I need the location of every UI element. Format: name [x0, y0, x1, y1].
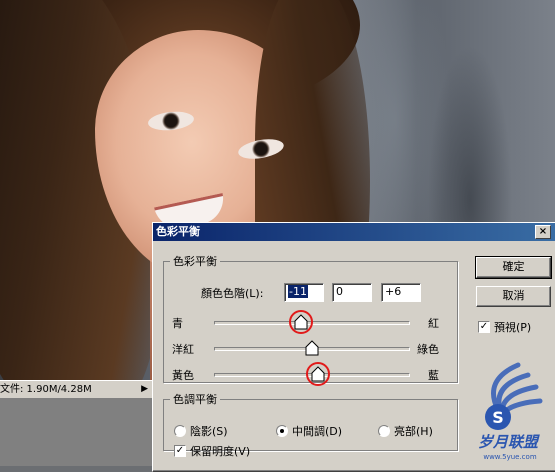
cyan-red-slider-row: 青 紅: [164, 310, 457, 334]
blue-label: 藍: [428, 369, 439, 382]
radio-shadows-label: 陰影(S): [190, 425, 228, 438]
preview-label: 預視(P): [494, 321, 532, 334]
checkbox-box[interactable]: ✓: [174, 445, 186, 457]
triangle-thumb-icon: [305, 340, 319, 356]
cyan-red-level-input[interactable]: -11: [284, 283, 324, 302]
status-menu-arrow-icon[interactable]: ▶: [141, 381, 148, 398]
radio-dot[interactable]: [276, 425, 288, 437]
magenta-green-level-input[interactable]: 0: [332, 283, 372, 302]
watermark-url: www.5yue.com: [483, 453, 536, 461]
dialog-title: 色彩平衡: [156, 225, 200, 238]
color-levels-label: 顏色色階(L):: [201, 287, 264, 300]
radio-midtones[interactable]: 中間調(D): [276, 423, 342, 439]
yellow-blue-level-input[interactable]: +6: [381, 283, 421, 302]
green-label: 綠色: [417, 343, 439, 356]
watermark-text: 岁月联盟: [478, 433, 540, 451]
dialog-titlebar[interactable]: 色彩平衡 ×: [153, 223, 555, 241]
tone-balance-group: 色調平衡 陰影(S) 中間調(D) 亮部(H) ✓ 保留明度(V): [163, 391, 458, 458]
color-balance-legend: 色彩平衡: [173, 255, 217, 268]
radio-dot[interactable]: [378, 425, 390, 437]
workspace-background: [0, 398, 152, 466]
yellow-blue-slider[interactable]: [214, 362, 410, 386]
watermark-letter: S: [492, 408, 504, 427]
magenta-green-slider[interactable]: [214, 340, 410, 356]
radio-shadows[interactable]: 陰影(S): [174, 423, 228, 439]
red-label: 紅: [428, 317, 439, 330]
magenta-green-slider-row: 洋紅 綠色: [164, 338, 457, 360]
preview-checkbox[interactable]: ✓ 預視(P): [478, 319, 531, 335]
color-balance-group: 色彩平衡 顏色色階(L): -11 0 +6 青 紅 洋紅 綠色 黃色 藍: [163, 253, 458, 386]
checkbox-box[interactable]: ✓: [478, 321, 490, 333]
close-button[interactable]: ×: [535, 225, 551, 239]
yellow-label: 黃色: [172, 369, 194, 382]
highlight-circle: [289, 310, 314, 334]
highlight-circle: [305, 362, 330, 386]
radio-highlights-label: 亮部(H): [394, 425, 433, 438]
cancel-button[interactable]: 取消: [476, 286, 551, 307]
document-size-text: 文件: 1.90M/4.28M: [0, 384, 92, 395]
tone-balance-legend: 色調平衡: [173, 393, 217, 406]
radio-dot[interactable]: [174, 425, 186, 437]
magenta-label: 洋紅: [172, 343, 194, 356]
slider-thumb[interactable]: [305, 340, 319, 356]
radio-midtones-label: 中間調(D): [292, 425, 343, 438]
watermark-logo: S 岁月联盟 www.5yue.com: [478, 362, 543, 461]
radio-highlights[interactable]: 亮部(H): [378, 423, 433, 439]
yellow-blue-slider-row: 黃色 藍: [164, 362, 457, 386]
preserve-luminosity-checkbox[interactable]: ✓ 保留明度(V): [174, 443, 250, 459]
preserve-luminosity-label: 保留明度(V): [190, 445, 251, 458]
ok-button[interactable]: 確定: [475, 256, 552, 279]
tone-radio-row: 陰影(S) 中間調(D) 亮部(H): [164, 423, 457, 439]
cyan-red-slider[interactable]: [214, 310, 410, 334]
document-status-bar: 文件: 1.90M/4.28M ▶: [0, 380, 152, 398]
cyan-label: 青: [172, 317, 183, 330]
